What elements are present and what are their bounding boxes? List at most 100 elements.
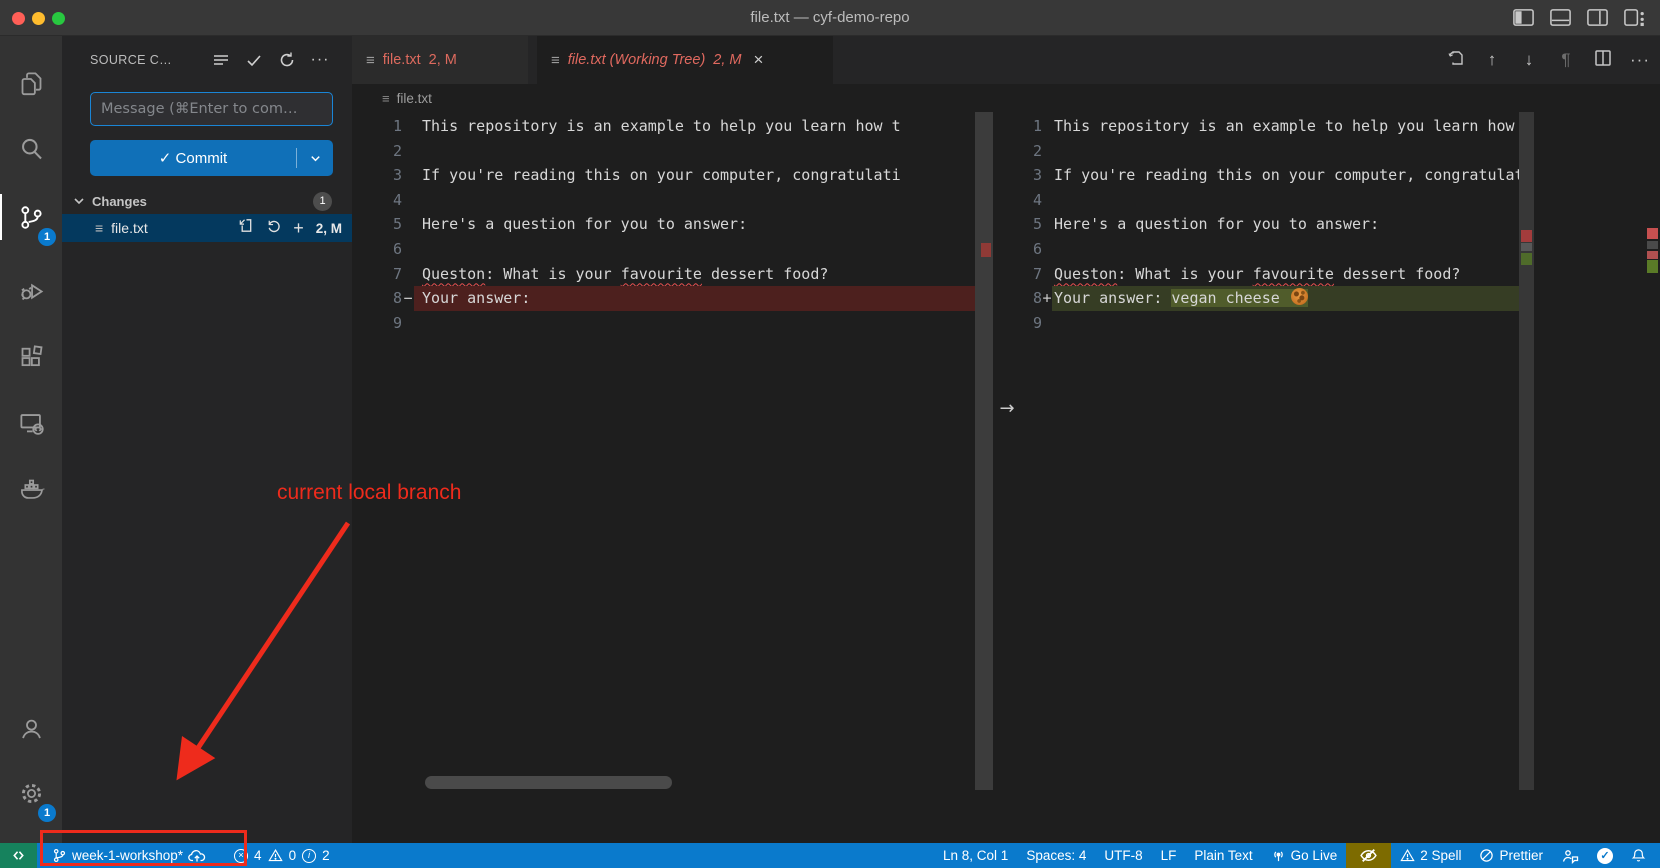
tab-file-txt-working-tree[interactable]: ≡ file.txt (Working Tree) 2, M × [537,36,833,84]
more-actions-icon[interactable]: ··· [310,50,330,70]
sidebar-item-settings[interactable]: 1 [0,768,62,818]
code-line-modified-5[interactable]: 5Here's a question for you to answer: [1020,212,1519,237]
sidebar-item-remote-explorer[interactable] [0,398,62,448]
toggle-secondary-sidebar-icon[interactable] [1586,7,1609,28]
next-change-icon[interactable]: ↓ [1517,50,1541,70]
indentation: Spaces: 4 [1026,848,1086,863]
source-control-badge: 1 [38,228,56,246]
code-line-modified-8[interactable]: 8+Your answer: vegan cheese [1020,286,1519,311]
source-control-icon [18,204,45,231]
sidebar-item-docker[interactable] [0,464,62,514]
discard-changes-icon[interactable] [265,217,282,239]
code-line-original-2[interactable]: 2 [352,139,975,164]
problems-status-item[interactable]: × 4 0 i 2 [225,843,339,868]
file-icon: ≡ [382,91,390,106]
language-mode-item[interactable]: Plain Text [1185,843,1261,868]
toggle-sidebar-icon[interactable] [1512,7,1535,28]
code-text: Your answer: [414,286,975,311]
view-and-sort-icon[interactable] [211,50,231,70]
encoding-item[interactable]: UTF-8 [1095,843,1151,868]
warning-icon [1400,848,1415,863]
more-actions-icon[interactable]: ··· [1628,50,1652,70]
code-line-modified-1[interactable]: 1This repository is an example to help y… [1020,114,1519,139]
search-icon [18,136,45,163]
commit-button[interactable]: ✓ Commit [90,140,333,176]
toggle-panel-icon[interactable] [1549,7,1572,28]
prettier-item[interactable]: Prettier [1470,843,1552,868]
previous-change-icon[interactable]: ↑ [1480,50,1504,70]
horizontal-scrollbar-left[interactable] [425,776,672,789]
vertical-scrollbar-left[interactable] [975,112,993,790]
tab-file-txt[interactable]: ≡ file.txt 2, M [352,36,528,84]
cursor-position-item[interactable]: Ln 8, Col 1 [934,843,1017,868]
tab-label: file.txt [383,52,421,68]
code-line-original-9[interactable]: 9 [352,311,975,336]
status-check-item[interactable]: ✓ [1588,843,1622,868]
sidebar-item-run-debug[interactable] [0,266,62,316]
code-line-original-5[interactable]: 5Here's a question for you to answer: [352,212,975,237]
split-editor-icon[interactable] [1591,48,1615,73]
indentation-item[interactable]: Spaces: 4 [1017,843,1095,868]
refresh-icon[interactable] [277,50,297,70]
cursor-position: Ln 8, Col 1 [943,848,1008,863]
spell-label: 2 Spell [1420,848,1461,863]
code-text: Here's a question for you to answer: [1052,212,1519,237]
code-line-modified-6[interactable]: 6 [1020,237,1519,262]
sidebar-item-extensions[interactable] [0,332,62,382]
code-line-modified-9[interactable]: 9 [1020,311,1519,336]
encoding: UTF-8 [1104,848,1142,863]
changed-file-row[interactable]: ≡ file.txt + 2, M [62,214,352,242]
publish-cloud-icon [188,848,206,864]
spell-checker-item[interactable]: 2 Spell [1391,843,1470,868]
code-line-modified-7[interactable]: 7Queston: What is your favourite dessert… [1020,262,1519,287]
diff-sign [402,311,414,336]
commit-message-input[interactable] [90,92,333,126]
diff-sign [1042,262,1052,287]
code-line-original-7[interactable]: 7Queston: What is your favourite dessert… [352,262,975,287]
commit-check-icon[interactable] [244,50,264,70]
code-line-modified-2[interactable]: 2 [1020,139,1519,164]
stage-changes-icon[interactable]: + [293,219,304,237]
diff-pane-original[interactable]: 1This repository is an example to help y… [352,114,975,335]
code-line-modified-3[interactable]: 3If you're reading this on your computer… [1020,163,1519,188]
diff-revert-arrow-icon[interactable]: → [994,398,1020,419]
commit-dropdown-chevron-icon[interactable] [297,152,333,165]
sidebar-item-search[interactable] [0,124,62,174]
diff-sign [1042,237,1052,262]
close-tab-icon[interactable]: × [753,50,763,70]
line-number: 7 [352,262,402,287]
overview-mark [1647,241,1658,249]
eol-item[interactable]: LF [1152,843,1186,868]
go-live-item[interactable]: Go Live [1262,843,1347,868]
notifications-item[interactable] [1622,843,1660,868]
code-line-original-4[interactable]: 4 [352,188,975,213]
code-text: If you're reading this on your computer,… [1052,163,1519,188]
open-file-icon[interactable] [237,217,254,239]
code-line-original-6[interactable]: 6 [352,237,975,262]
customize-layout-icon[interactable] [1623,7,1646,28]
render-whitespace-icon[interactable]: ¶ [1554,50,1578,70]
line-number: 8 [1020,286,1042,311]
remote-icon [11,848,26,863]
remote-indicator[interactable] [0,843,37,868]
overview-ruler [1645,112,1660,843]
feedback-item[interactable] [1552,843,1588,868]
vertical-scrollbar-right[interactable] [1519,112,1534,790]
gear-icon [18,780,45,807]
changes-section-header[interactable]: Changes 1 [62,188,352,214]
branch-status-item[interactable]: week-1-workshop* [43,843,215,868]
sidebar-item-accounts[interactable] [0,703,62,753]
code-text [414,139,975,164]
code-line-modified-4[interactable]: 4 [1020,188,1519,213]
sidebar-item-explorer[interactable] [0,58,62,108]
sidebar-item-source-control[interactable]: 1 [0,192,62,242]
code-text [414,237,975,262]
code-line-original-3[interactable]: 3If you're reading this on your computer… [352,163,975,188]
breadcrumb[interactable]: ≡ file.txt [352,84,1660,112]
activity-bar: 1 1 [0,36,62,843]
open-changes-icon[interactable] [1443,48,1467,73]
code-line-original-8[interactable]: 8−Your answer: [352,286,975,311]
code-line-original-1[interactable]: 1This repository is an example to help y… [352,114,975,139]
spell-visibility-warning-item[interactable] [1346,843,1391,868]
diff-pane-modified[interactable]: 1This repository is an example to help y… [1020,114,1519,335]
